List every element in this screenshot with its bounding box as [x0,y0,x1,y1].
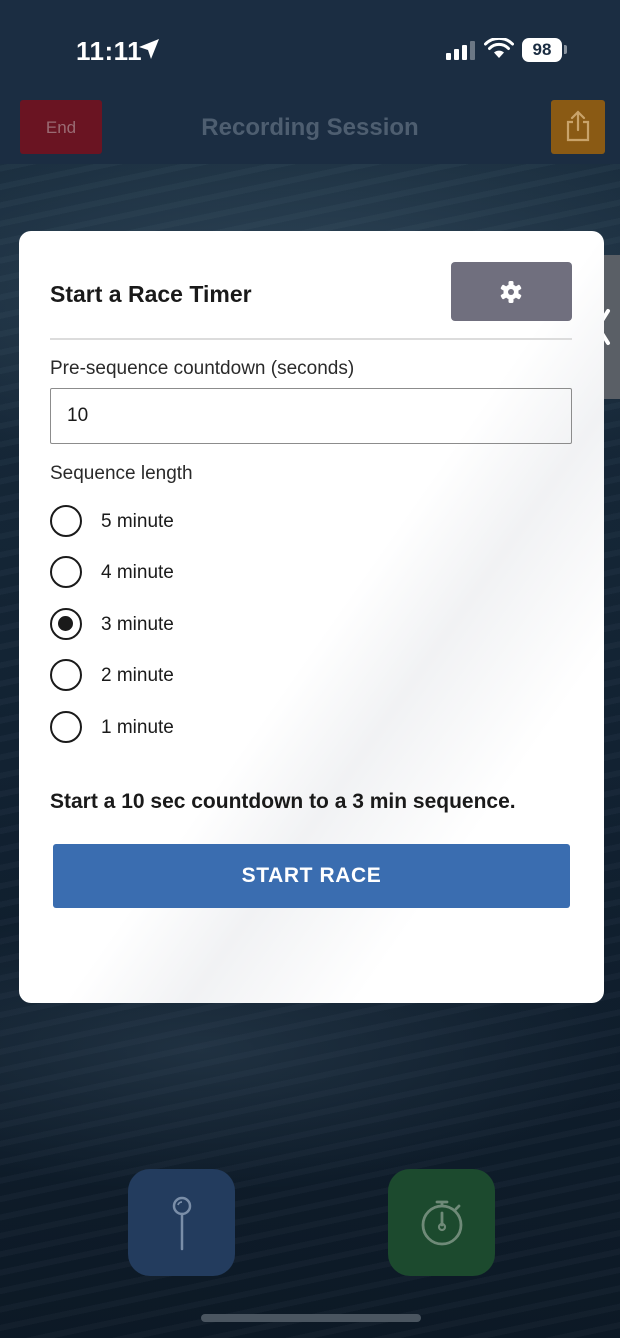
radio-1-minute[interactable]: 1 minute [50,709,350,749]
radio-circle[interactable] [50,505,82,537]
radio-label: 3 minute [101,614,174,635]
countdown-label: Pre-sequence countdown (seconds) [50,358,355,379]
radio-label: 5 minute [101,511,174,532]
nav-bar: End Recording Session [0,100,620,164]
race-timer-button[interactable] [388,1169,495,1276]
countdown-input[interactable] [50,388,572,444]
radio-label: 2 minute [101,665,174,686]
wifi-icon [484,38,514,58]
location-arrow-icon [139,39,159,59]
start-race-button[interactable]: START RACE [53,844,570,908]
settings-button[interactable] [451,262,572,321]
map-pin-icon [172,1196,192,1251]
share-icon [566,110,590,142]
radio-3-minute[interactable]: 3 minute [50,606,350,646]
radio-label: 4 minute [101,562,174,583]
signal-icon [446,41,475,60]
battery-tip [564,45,567,54]
stopwatch-icon [421,1200,463,1246]
modal-title: Start a Race Timer [50,281,252,307]
status-time: 11:11 [76,36,143,66]
radio-2-minute[interactable]: 2 minute [50,657,350,697]
radio-5-minute[interactable]: 5 minute [50,503,350,543]
radio-4-minute[interactable]: 4 minute [50,554,350,594]
home-indicator [201,1314,421,1322]
screen: 11:11 98 End Recording Session Start a R… [0,0,620,1338]
radio-circle-selected[interactable] [50,608,82,640]
status-bar: 11:11 98 [0,0,620,100]
mark-pin-button[interactable] [128,1169,235,1276]
sequence-summary: Start a 10 sec countdown to a 3 min sequ… [50,790,516,813]
nav-title: Recording Session [201,114,419,141]
radio-circle[interactable] [50,556,82,588]
share-button[interactable] [551,100,605,154]
battery-badge: 98 [522,38,562,62]
race-timer-modal: Start a Race Timer Pre-sequence countdow… [19,231,604,1003]
divider [50,338,572,340]
radio-circle[interactable] [50,659,82,691]
radio-circle[interactable] [50,711,82,743]
gear-icon [500,281,522,303]
sequence-label: Sequence length [50,463,193,484]
radio-label: 1 minute [101,717,174,738]
